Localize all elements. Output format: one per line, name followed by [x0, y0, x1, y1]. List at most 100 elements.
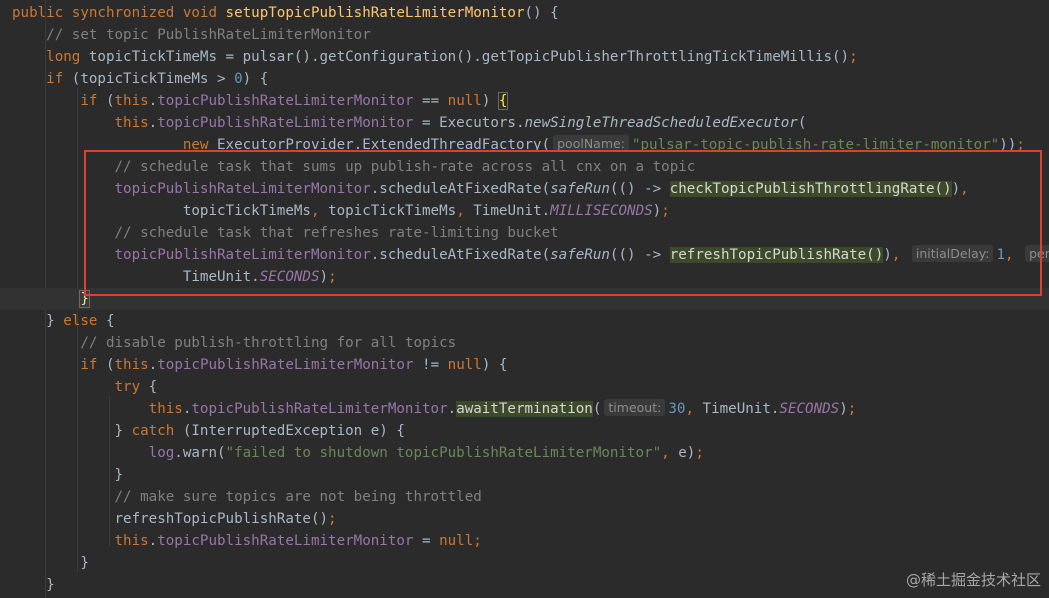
- code-token: setupTopicPublishRateLimiterMonitor: [225, 5, 525, 21]
- code-line-content: // schedule task that refreshes rate-lim…: [12, 222, 559, 244]
- code-token: ): [839, 401, 848, 417]
- code-token: .: [148, 115, 158, 131]
- code-line[interactable]: public synchronized void setupTopicPubli…: [0, 2, 1049, 24]
- code-token: .scheduleAtFixedRate(: [370, 247, 551, 263]
- code-token: e): [678, 445, 696, 461]
- code-line-content: if (topicTickTimeMs > 0) {: [12, 68, 268, 90]
- code-line[interactable]: topicTickTimeMs, topicTickTimeMs, TimeUn…: [0, 200, 1049, 222]
- code-line[interactable]: this.topicPublishRateLimiterMonitor = nu…: [0, 530, 1049, 552]
- code-line[interactable]: log.warn("failed to shutdown topicPublis…: [0, 442, 1049, 464]
- code-token: ;: [695, 445, 704, 461]
- code-line-content: topicPublishRateLimiterMonitor.scheduleA…: [12, 178, 969, 200]
- code-token: .: [148, 93, 158, 109]
- code-token: ExecutorProvider.ExtendedThreadFactory(: [217, 137, 551, 153]
- code-line[interactable]: }: [0, 464, 1049, 486]
- code-line[interactable]: new ExecutorProvider.ExtendedThreadFacto…: [0, 134, 1049, 156]
- code-line[interactable]: TimeUnit.SECONDS);: [0, 266, 1049, 288]
- code-line[interactable]: // set topic PublishRateLimiterMonitor: [0, 24, 1049, 46]
- code-token: // make sure topics are not being thrott…: [12, 489, 482, 505]
- code-line[interactable]: this.topicPublishRateLimiterMonitor.awai…: [0, 398, 1049, 420]
- code-token: null: [447, 357, 482, 373]
- code-line-content: }: [12, 552, 89, 574]
- code-line-content: }: [12, 464, 123, 486]
- code-token: topicPublishRateLimiterMonitor: [157, 93, 414, 109]
- code-line[interactable]: if (topicTickTimeMs > 0) {: [0, 68, 1049, 90]
- code-token: 30: [668, 401, 686, 417]
- code-token: (: [797, 115, 807, 131]
- code-line-content: this.topicPublishRateLimiterMonitor = nu…: [12, 530, 482, 552]
- code-line[interactable]: }: [0, 574, 1049, 596]
- code-token: ) {: [481, 357, 508, 373]
- code-token: (: [105, 93, 115, 109]
- code-token: this: [114, 357, 149, 373]
- code-token: topicTickTimeMs = pulsar().getConfigurat…: [88, 49, 850, 65]
- code-line[interactable]: } catch (InterruptedException e) {: [0, 420, 1049, 442]
- code-token: .warn(: [174, 445, 226, 461]
- code-token: ,: [960, 181, 969, 197]
- code-token: if: [12, 71, 72, 87]
- code-token: "failed to shutdown topicPublishRateLimi…: [225, 445, 662, 461]
- code-token: this: [12, 533, 149, 549]
- code-line[interactable]: // make sure topics are not being thrott…: [0, 486, 1049, 508]
- code-token: (() ->: [609, 181, 670, 197]
- code-line-content: // schedule task that sums up publish-ra…: [12, 156, 695, 178]
- code-token: ;: [328, 511, 337, 527]
- code-line[interactable]: if (this.topicPublishRateLimiterMonitor …: [0, 90, 1049, 112]
- code-line-content: } catch (InterruptedException e) {: [12, 420, 404, 442]
- code-token: "pulsar-topic-publish-rate-limiter-monit…: [631, 137, 1000, 153]
- code-line-content: log.warn("failed to shutdown topicPublis…: [12, 442, 704, 464]
- code-token: catch: [131, 423, 183, 439]
- code-token: // schedule task that sums up publish-ra…: [12, 159, 696, 175]
- code-token: }: [79, 290, 90, 308]
- code-token: .: [148, 357, 158, 373]
- code-token: (topicTickTimeMs >: [71, 71, 235, 87]
- code-line[interactable]: // disable publish-throttling for all to…: [0, 332, 1049, 354]
- code-token: ;: [473, 533, 482, 549]
- code-token: topicTickTimeMs: [328, 203, 457, 219]
- code-line[interactable]: }: [0, 288, 1049, 310]
- code-line[interactable]: long topicTickTimeMs = pulsar().getConfi…: [0, 46, 1049, 68]
- code-line-content: // set topic PublishRateLimiterMonitor: [12, 24, 371, 46]
- code-token: topicPublishRateLimiterMonitor: [157, 533, 414, 549]
- code-token: SECONDS: [779, 401, 840, 417]
- code-token: {: [497, 92, 509, 110]
- code-line[interactable]: if (this.topicPublishRateLimiterMonitor …: [0, 354, 1049, 376]
- code-token: 1: [996, 247, 1005, 263]
- code-token: refreshTopicPublishRate(): [669, 247, 884, 263]
- code-token: .: [148, 533, 158, 549]
- code-line-content: public synchronized void setupTopicPubli…: [12, 2, 559, 24]
- code-token: TimeUnit.: [12, 269, 260, 285]
- code-token: .: [447, 401, 457, 417]
- code-token: }: [12, 577, 55, 593]
- code-token: }: [12, 423, 132, 439]
- code-line[interactable]: this.topicPublishRateLimiterMonitor = Ex…: [0, 112, 1049, 134]
- code-token: MILLISECONDS: [550, 203, 653, 219]
- code-token: ,: [1004, 247, 1023, 263]
- code-token: this: [12, 115, 149, 131]
- code-line[interactable]: }: [0, 552, 1049, 574]
- code-token: = Executors.: [413, 115, 525, 131]
- code-line[interactable]: topicPublishRateLimiterMonitor.scheduleA…: [0, 178, 1049, 200]
- code-line-content: topicTickTimeMs, topicTickTimeMs, TimeUn…: [12, 200, 670, 222]
- code-line-content: }: [12, 574, 55, 596]
- code-line-content: // make sure topics are not being thrott…: [12, 486, 482, 508]
- code-token: if: [12, 357, 106, 373]
- code-line[interactable]: } else {: [0, 310, 1049, 332]
- code-token: // schedule task that refreshes rate-lim…: [12, 225, 559, 241]
- parameter-hint: initialDelay:: [911, 245, 994, 262]
- code-line[interactable]: topicPublishRateLimiterMonitor.scheduleA…: [0, 244, 1049, 266]
- code-line[interactable]: refreshTopicPublishRate();: [0, 508, 1049, 530]
- code-editor[interactable]: public synchronized void setupTopicPubli…: [0, 0, 1049, 598]
- code-token: }: [12, 467, 124, 483]
- code-token: topicPublishRateLimiterMonitor: [157, 357, 414, 373]
- code-token: ): [951, 181, 961, 197]
- code-line[interactable]: // schedule task that refreshes rate-lim…: [0, 222, 1049, 244]
- code-token: () {: [524, 5, 559, 21]
- code-token: safeRun: [550, 181, 610, 197]
- code-line-content: TimeUnit.SECONDS);: [12, 266, 337, 288]
- code-token: }: [12, 555, 89, 571]
- code-line[interactable]: try {: [0, 376, 1049, 398]
- code-line[interactable]: // schedule task that sums up publish-ra…: [0, 156, 1049, 178]
- code-line-content: // disable publish-throttling for all to…: [12, 332, 456, 354]
- code-token: log: [12, 445, 175, 461]
